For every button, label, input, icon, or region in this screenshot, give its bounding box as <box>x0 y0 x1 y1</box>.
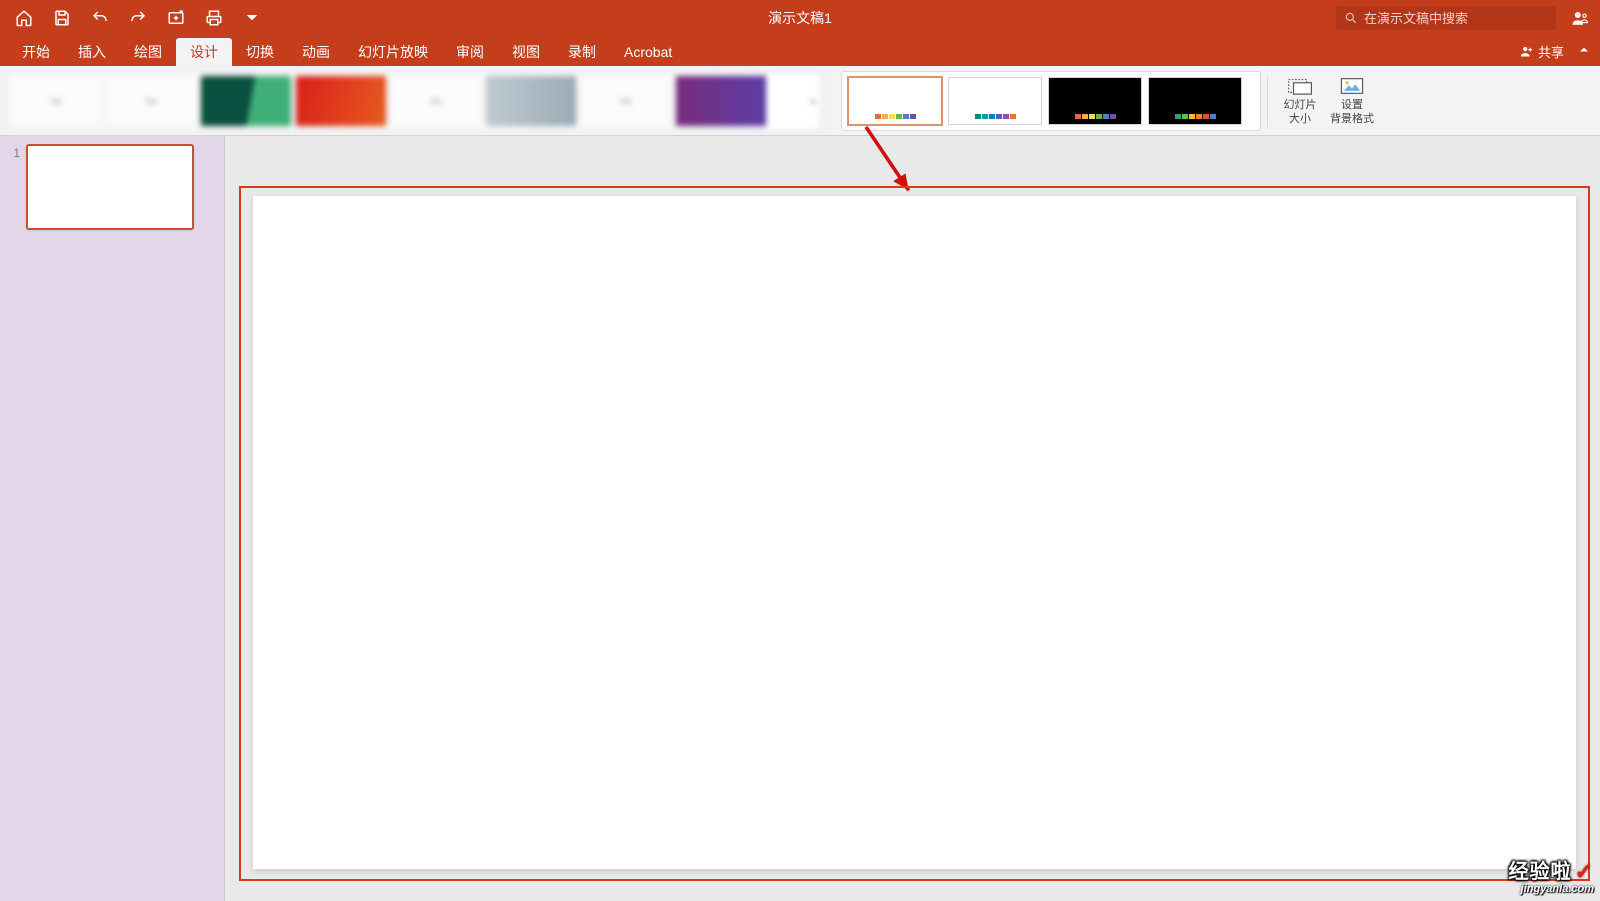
share-area: 共享 <box>1519 36 1590 66</box>
theme-thumb[interactable] <box>485 75 577 127</box>
tab-insert[interactable]: 插入 <box>64 38 120 66</box>
share-button[interactable]: 共享 <box>1519 42 1564 61</box>
tab-label: 录制 <box>568 42 596 62</box>
tab-slideshow[interactable]: 幻灯片放映 <box>344 38 442 66</box>
tab-label: 设计 <box>190 42 218 62</box>
theme-gallery[interactable]: Aa Aa Aa Aa <box>6 71 821 131</box>
variant-thumb[interactable] <box>848 77 942 125</box>
slide-number: 1 <box>6 144 20 160</box>
share-label: 共享 <box>1538 42 1564 61</box>
tab-view[interactable]: 视图 <box>498 38 554 66</box>
slide-canvas[interactable] <box>253 196 1576 869</box>
watermark: 经验啦✓ jingyanla.com <box>1509 861 1594 895</box>
tab-draw[interactable]: 绘图 <box>120 38 176 66</box>
variant-thumb[interactable] <box>1048 77 1142 125</box>
tab-record[interactable]: 录制 <box>554 38 610 66</box>
tab-label: 插入 <box>78 42 106 62</box>
quick-access-toolbar <box>0 0 262 36</box>
slide-size-label-1: 幻灯片 <box>1284 99 1317 111</box>
share-person-icon <box>1519 44 1534 59</box>
ribbon-tabs: 开始 插入 绘图 设计 切换 动画 幻灯片放映 审阅 视图 录制 Acrobat… <box>0 36 1600 66</box>
qat-more-icon[interactable] <box>242 8 262 28</box>
slide-thumbnail-entry[interactable]: 1 <box>0 142 224 236</box>
theme-thumb[interactable]: Aa <box>105 75 197 127</box>
theme-thumb[interactable] <box>200 75 292 127</box>
format-background-icon <box>1339 75 1365 97</box>
slide-size-label-2: 大小 <box>1289 113 1311 125</box>
format-bg-label-2: 背景格式 <box>1330 113 1374 125</box>
title-right <box>1336 6 1600 30</box>
home-icon[interactable] <box>14 8 34 28</box>
tab-label: 审阅 <box>456 42 484 62</box>
slide-size-button[interactable]: 幻灯片大小 <box>1274 70 1326 132</box>
slide-editor: 经验啦✓ jingyanla.com <box>225 136 1600 901</box>
tab-label: 切换 <box>246 42 274 62</box>
variant-thumb[interactable] <box>1148 77 1242 125</box>
tab-label: Acrobat <box>624 44 672 60</box>
ribbon-content: Aa Aa Aa Aa 幻灯片大小 设置背景格式 <box>0 66 1600 136</box>
collapse-ribbon-icon[interactable] <box>1578 44 1590 59</box>
tab-design[interactable]: 设计 <box>176 38 232 66</box>
tab-label: 开始 <box>22 42 50 62</box>
tab-animations[interactable]: 动画 <box>288 38 344 66</box>
slide-size-icon <box>1287 75 1313 97</box>
tab-transitions[interactable]: 切换 <box>232 38 288 66</box>
print-icon[interactable] <box>204 8 224 28</box>
theme-gallery-more-icon[interactable] <box>806 76 820 128</box>
redo-icon[interactable] <box>128 8 148 28</box>
slide-thumbnail[interactable] <box>26 144 194 230</box>
account-icon[interactable] <box>1570 8 1590 28</box>
search-box[interactable] <box>1336 6 1556 30</box>
tab-review[interactable]: 审阅 <box>442 38 498 66</box>
undo-icon[interactable] <box>90 8 110 28</box>
search-icon <box>1344 11 1358 25</box>
workspace: 1 经验啦✓ jingyanla.com <box>0 136 1600 901</box>
theme-thumb[interactable]: Aa <box>390 75 482 127</box>
tab-home[interactable]: 开始 <box>8 38 64 66</box>
watermark-url: jingyanla.com <box>1509 884 1594 895</box>
tab-label: 视图 <box>512 42 540 62</box>
format-background-button[interactable]: 设置背景格式 <box>1326 70 1378 132</box>
theme-thumb[interactable]: Aa <box>10 75 102 127</box>
theme-thumb[interactable] <box>295 75 387 127</box>
new-slide-icon[interactable] <box>166 8 186 28</box>
tab-label: 幻灯片放映 <box>358 42 428 62</box>
ribbon-separator <box>1267 75 1268 127</box>
watermark-brand: 经验啦 <box>1509 862 1572 882</box>
watermark-check-icon: ✓ <box>1575 861 1594 883</box>
theme-thumb[interactable]: Aa <box>580 75 672 127</box>
search-input[interactable] <box>1364 11 1548 26</box>
tab-label: 绘图 <box>134 42 162 62</box>
theme-thumb[interactable] <box>675 75 767 127</box>
title-bar: 演示文稿1 <box>0 0 1600 36</box>
tab-label: 动画 <box>302 42 330 62</box>
variant-gallery[interactable] <box>841 71 1261 131</box>
save-icon[interactable] <box>52 8 72 28</box>
slide-thumbnail-panel[interactable]: 1 <box>0 136 225 901</box>
tab-acrobat[interactable]: Acrobat <box>610 38 686 66</box>
variant-thumb[interactable] <box>948 77 1042 125</box>
format-bg-label-1: 设置 <box>1341 99 1363 111</box>
